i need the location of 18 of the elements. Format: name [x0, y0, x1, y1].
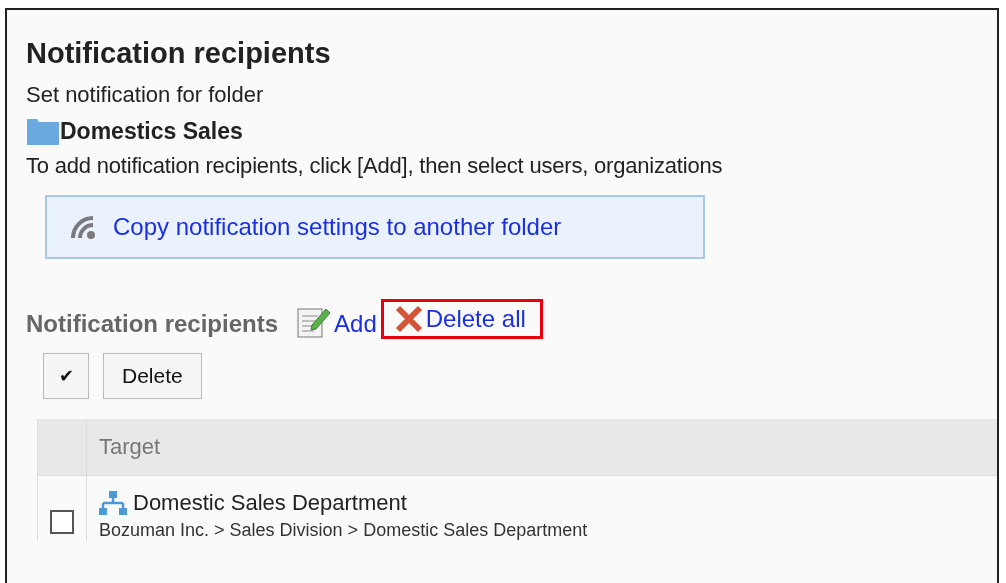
select-all-button[interactable]: ✔ [43, 353, 89, 399]
page-title: Notification recipients [26, 36, 332, 70]
delete-all-link[interactable]: Delete all [425, 304, 526, 334]
organization-path: Bozuman Inc. > Sales Division > Domestic Sales Department [99, 520, 589, 541]
org-chart-icon [99, 490, 127, 516]
copy-settings-button[interactable]: Copy notification settings to another folder [45, 195, 705, 259]
instruction-text: To add notification recipients, click [Add], then select users, organizations [26, 153, 724, 179]
subtitle-text: Set notification for folder [26, 82, 265, 108]
folder-icon [26, 116, 60, 146]
column-header: Target [87, 419, 997, 476]
delete-button[interactable]: Delete [103, 353, 202, 399]
folder-name: Domestics Sales [60, 117, 243, 145]
x-mark-icon [393, 304, 424, 334]
memo-pencil-icon [296, 305, 333, 339]
add-link[interactable]: Add [334, 309, 377, 339]
row-checkbox[interactable] [50, 510, 74, 534]
section-title: Notification recipients [26, 309, 279, 339]
recipient-name: Domestic Sales Department [133, 490, 407, 516]
